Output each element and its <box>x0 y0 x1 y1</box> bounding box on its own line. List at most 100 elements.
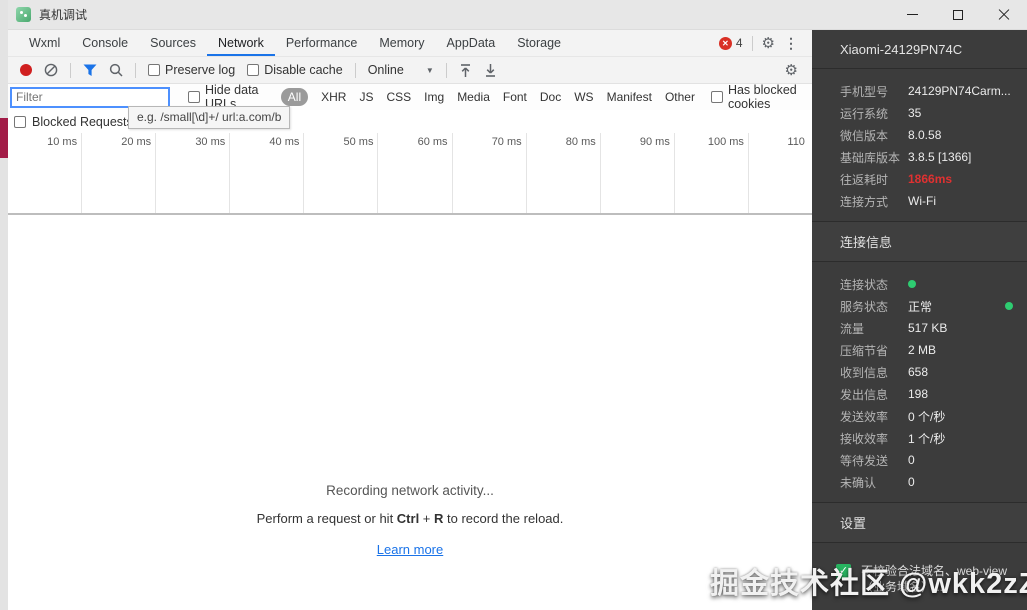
info-value: 1866ms <box>908 172 952 186</box>
divider <box>70 63 71 78</box>
empty-state: Recording network activity... Perform a … <box>8 483 812 559</box>
ctrl-key: Ctrl <box>397 511 419 526</box>
info-label: 发出信息 <box>840 386 908 403</box>
filter-input[interactable] <box>10 87 170 108</box>
divider <box>446 63 447 78</box>
device-info-row: 往返耗时 1866ms <box>812 168 1027 190</box>
desktop-background-strip <box>0 0 8 610</box>
connection-info-row: 未确认 0 <box>812 471 1027 493</box>
requests-panel: Recording network activity... Perform a … <box>8 217 812 610</box>
info-label: 压缩节省 <box>840 342 908 359</box>
timeline-column: 50 ms <box>304 133 378 213</box>
tab[interactable]: AppData <box>436 30 507 56</box>
timeline-column: 70 ms <box>453 133 527 213</box>
maximize-icon <box>953 10 963 20</box>
filter-type-pill[interactable]: JS <box>359 90 373 104</box>
import-har-icon[interactable] <box>459 63 472 78</box>
connection-info-row: 接收效率 1 个/秒 <box>812 427 1027 449</box>
device-info-row: 基础库版本 3.8.5 [1366] <box>812 146 1027 168</box>
divider <box>752 36 753 51</box>
filter-type-pill[interactable]: Media <box>457 90 490 104</box>
filter-regex-tooltip: e.g. /small[\d]+/ url:a.com/b <box>128 106 290 129</box>
timeline-column: 60 ms <box>378 133 452 213</box>
filter-type-pill[interactable]: Manifest <box>607 90 652 104</box>
error-badge[interactable]: ✕ 4 <box>719 36 743 50</box>
timeline-column: 80 ms <box>527 133 601 213</box>
error-count: 4 <box>736 36 743 50</box>
learn-more-link[interactable]: Learn more <box>377 542 443 557</box>
maximize-button[interactable] <box>935 0 981 29</box>
info-label: 连接状态 <box>840 276 908 293</box>
filter-type-pill[interactable]: Other <box>665 90 695 104</box>
info-label: 运行系统 <box>840 105 908 122</box>
background-artifact <box>0 118 8 158</box>
preserve-log-checkbox[interactable]: Preserve log <box>148 63 235 77</box>
timeline-ruler: 10 ms20 ms30 ms40 ms50 ms60 ms70 ms80 ms… <box>8 133 812 215</box>
filter-type-pill[interactable]: CSS <box>386 90 411 104</box>
filter-type-pill[interactable]: Doc <box>540 90 561 104</box>
info-label: 接收效率 <box>840 430 908 447</box>
error-icon: ✕ <box>719 37 732 50</box>
info-label: 往返耗时 <box>840 171 908 188</box>
filter-type-pill[interactable]: Img <box>424 90 444 104</box>
record-button[interactable] <box>20 64 32 76</box>
close-button[interactable] <box>981 0 1027 29</box>
disable-cache-checkbox[interactable]: Disable cache <box>247 63 343 77</box>
connection-info-row: 收到信息 658 <box>812 361 1027 383</box>
empty-state-title: Recording network activity... <box>8 483 812 498</box>
info-value: Wi-Fi <box>908 194 936 208</box>
throttling-select[interactable]: Online ▼ <box>368 63 434 77</box>
info-value: 正常 <box>908 298 932 315</box>
info-value: 198 <box>908 387 928 401</box>
tab[interactable]: Console <box>71 30 139 56</box>
kebab-menu-icon[interactable]: ⋮ <box>784 35 798 52</box>
filter-funnel-icon[interactable] <box>83 64 97 77</box>
tab-bar: WxmlConsoleSourcesNetworkPerformanceMemo… <box>8 30 812 57</box>
tab[interactable]: Memory <box>368 30 435 56</box>
device-info-row: 运行系统 35 <box>812 102 1027 124</box>
info-value: 658 <box>908 365 928 379</box>
device-info-row: 手机型号 24129PN74Carm... <box>812 80 1027 102</box>
filter-type-pill[interactable]: All <box>281 88 308 106</box>
info-value: 1 个/秒 <box>908 430 945 447</box>
search-icon[interactable] <box>109 63 123 77</box>
blocked-requests-label: Blocked Requests <box>32 115 133 129</box>
info-value: 0 个/秒 <box>908 408 945 425</box>
info-label: 连接方式 <box>840 193 908 210</box>
has-blocked-cookies-label: Has blocked cookies <box>728 83 812 111</box>
tab[interactable]: Wxml <box>18 30 71 56</box>
network-settings-gear-icon[interactable]: ⚙ <box>785 63 812 78</box>
watermark: 掘金技术社区 @wkk2zZ <box>710 560 1027 602</box>
checkbox-icon <box>247 64 259 76</box>
divider <box>135 63 136 78</box>
minimize-button[interactable] <box>889 0 935 29</box>
checkbox-icon <box>711 91 723 103</box>
filter-type-pill[interactable]: WS <box>574 90 593 104</box>
blocked-requests-checkbox[interactable] <box>14 116 26 128</box>
info-value: 0 <box>908 453 915 467</box>
info-label: 微信版本 <box>840 127 908 144</box>
connection-info-row: 连接状态 <box>812 273 1027 295</box>
close-icon <box>998 9 1010 21</box>
tab[interactable]: Performance <box>275 30 369 56</box>
has-blocked-cookies-checkbox[interactable]: Has blocked cookies <box>711 83 812 111</box>
filter-type-pill[interactable]: XHR <box>321 90 346 104</box>
minimize-icon <box>907 14 918 15</box>
connection-info-row: 压缩节省 2 MB <box>812 339 1027 361</box>
checkbox-icon <box>188 91 200 103</box>
tab[interactable]: Storage <box>506 30 572 56</box>
tab[interactable]: Sources <box>139 30 207 56</box>
info-label: 手机型号 <box>840 83 908 100</box>
section-connection-title: 连接信息 <box>812 221 1027 262</box>
section-settings-title: 设置 <box>812 502 1027 543</box>
filter-type-pill[interactable]: Font <box>503 90 527 104</box>
connection-info-row: 等待发送 0 <box>812 449 1027 471</box>
info-label: 收到信息 <box>840 364 908 381</box>
clear-icon[interactable] <box>44 63 58 77</box>
devtools-window: 真机调试 WxmlConsoleSourcesNetworkPerformanc… <box>0 0 1027 610</box>
checkbox-icon <box>148 64 160 76</box>
devtools-settings-gear-icon[interactable]: ⚙ <box>762 36 775 51</box>
export-har-icon[interactable] <box>484 63 497 78</box>
info-value: 0 <box>908 475 915 489</box>
tab[interactable]: Network <box>207 30 275 56</box>
